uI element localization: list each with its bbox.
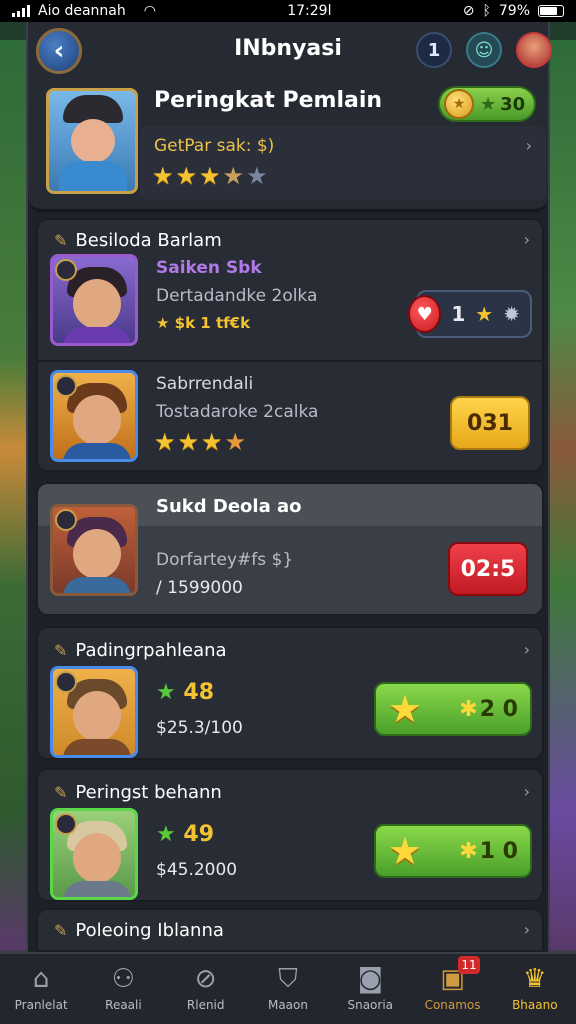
clock: 17:29l: [287, 3, 332, 19]
nav-item-compass[interactable]: ⊘ Rlenid: [165, 954, 247, 1024]
star-icon: ★: [156, 822, 176, 847]
nav-item-shield[interactable]: ⛉ Maaon: [247, 954, 329, 1024]
player-subtitle: Dorfartey#fs $}: [156, 550, 294, 570]
notification-badge: 11: [458, 956, 480, 974]
reward-pill[interactable]: ♥ 1 ★ ✹: [408, 290, 532, 338]
coin-icon: ★: [444, 89, 474, 119]
player-points: ★ 49: [156, 822, 215, 847]
heart-icon: ♥: [408, 295, 442, 333]
player-extra: ★ $k 1 tf€k: [156, 314, 251, 332]
player-avatar: [46, 88, 138, 194]
profile-rating: ★ ★ ★ ★ ★: [152, 162, 268, 190]
player-thumbnail: [50, 254, 138, 346]
profile-sub-label: GetPar sak: $): [154, 136, 275, 156]
section-card: ✎ Poleoing Iblanna ›: [36, 908, 544, 952]
status-bar: Aio deannah ◠ 17:29l ⊘ ᛒ 79%: [0, 0, 576, 22]
chevron-right-icon[interactable]: ›: [524, 230, 530, 249]
coin-count: 30: [500, 93, 526, 115]
claim-button[interactable]: ★ ✱ 2 0: [374, 682, 532, 736]
profile-avatar-button[interactable]: [516, 32, 552, 68]
main-panel: ‹ INbnyasi 1 ☺ Peringkat Pemlain ★ ★ 30 …: [26, 22, 552, 952]
chevron-right-icon: ›: [525, 136, 532, 155]
pencil-icon: ✎: [54, 231, 68, 250]
pencil-icon: ✎: [54, 783, 68, 802]
notification-count-button[interactable]: 1: [416, 32, 452, 68]
section-card: ✎ Peringst behann › ★ 49 $45.2000 ★ ✱ 1 …: [36, 768, 544, 902]
carrier-name: Aio deannah: [38, 3, 126, 19]
player-rating: ★ ★ ★ ★: [154, 428, 247, 456]
score-button[interactable]: 031: [450, 396, 530, 450]
nav-item-chat[interactable]: ▣ Conamos 11: [411, 954, 493, 1024]
camera-icon: ◙: [357, 964, 383, 994]
section-title: ✎ Besiloda Barlam: [54, 230, 222, 251]
coin-balance[interactable]: ★ ★ 30: [438, 86, 536, 122]
team-icon: ⚇: [111, 964, 136, 994]
nav-item-camera[interactable]: ◙ Snaoria: [329, 954, 411, 1024]
player-amount: $25.3/100: [156, 718, 243, 738]
player-amount: $45.2000: [156, 860, 238, 880]
section-card: ✎ Padingrpahleana › ★ 48 $25.3/100 ★ ✱ 2…: [36, 626, 544, 760]
section-title: ✎ Poleoing Iblanna: [54, 920, 224, 941]
gear-icon: ✹: [503, 302, 520, 326]
alarm-icon: ⊘: [462, 3, 475, 19]
bluetooth-icon: ᛒ: [482, 3, 491, 19]
wifi-icon: ◠: [143, 3, 156, 19]
divider: [38, 360, 542, 362]
player-thumbnail: [50, 504, 138, 596]
timer-button[interactable]: 02:5: [448, 542, 528, 596]
star-icon: ★: [475, 302, 494, 326]
player-thumbnail: [50, 370, 138, 462]
star-icon: ★: [388, 829, 423, 873]
header: ‹ INbnyasi 1 ☺ Peringkat Pemlain ★ ★ 30 …: [28, 22, 552, 212]
crown-icon: ♛: [523, 964, 547, 994]
nav-item-home[interactable]: ⌂ Pranlelat: [0, 954, 82, 1024]
nav-item-crown[interactable]: ♛ Bhaano: [494, 954, 576, 1024]
home-icon: ⌂: [32, 964, 50, 994]
chevron-right-icon[interactable]: ›: [524, 640, 530, 659]
star-icon: ✱: [459, 838, 478, 864]
shield-icon: ⛉: [278, 964, 298, 994]
section-title: Sukd Deola ao: [156, 496, 302, 517]
battery-icon: [538, 5, 564, 17]
player-subtitle: Tostadaroke 2calka: [156, 402, 319, 422]
player-thumbnail: [50, 666, 138, 758]
friends-button[interactable]: ☺: [466, 32, 502, 68]
star-icon: ★: [156, 680, 176, 705]
star-icon: ✱: [459, 696, 478, 722]
section-title: ✎ Padingrpahleana: [54, 640, 227, 661]
chevron-right-icon[interactable]: ›: [524, 920, 530, 939]
pencil-icon: ✎: [54, 641, 68, 660]
profile-title: Peringkat Pemlain: [154, 88, 383, 113]
star-icon: ★: [388, 687, 423, 731]
smiley-icon: ☺: [474, 39, 494, 61]
player-points: ★ 48: [156, 680, 215, 705]
battery-percent: 79%: [498, 3, 530, 19]
player-thumbnail: [50, 808, 138, 900]
player-subtitle: Dertadandke 2olka: [156, 286, 318, 306]
bottom-nav: ⌂ Pranlelat ⚇ Reaali ⊘ Rlenid ⛉ Maaon ◙ …: [0, 952, 576, 1024]
profile-stats-row[interactable]: GetPar sak: $) ★ ★ ★ ★ ★ ›: [140, 126, 546, 200]
player-name: Saiken Sbk: [156, 258, 262, 278]
star-icon: ★: [480, 93, 497, 115]
player-name: Sabrrendali: [156, 374, 254, 394]
claim-button[interactable]: ★ ✱ 1 0: [374, 824, 532, 878]
compass-icon: ⊘: [194, 964, 217, 994]
nav-item-team[interactable]: ⚇ Reaali: [82, 954, 164, 1024]
section-card: ✎ Besiloda Barlam › Saiken Sbk Dertadand…: [36, 218, 544, 472]
signal-icon: [12, 5, 30, 17]
chevron-right-icon[interactable]: ›: [524, 782, 530, 801]
pencil-icon: ✎: [54, 921, 68, 940]
section-card-highlighted: Sukd Deola ao Dorfartey#fs $} / 1599000 …: [36, 482, 544, 616]
player-amount: / 1599000: [156, 578, 243, 598]
section-title: ✎ Peringst behann: [54, 782, 222, 803]
